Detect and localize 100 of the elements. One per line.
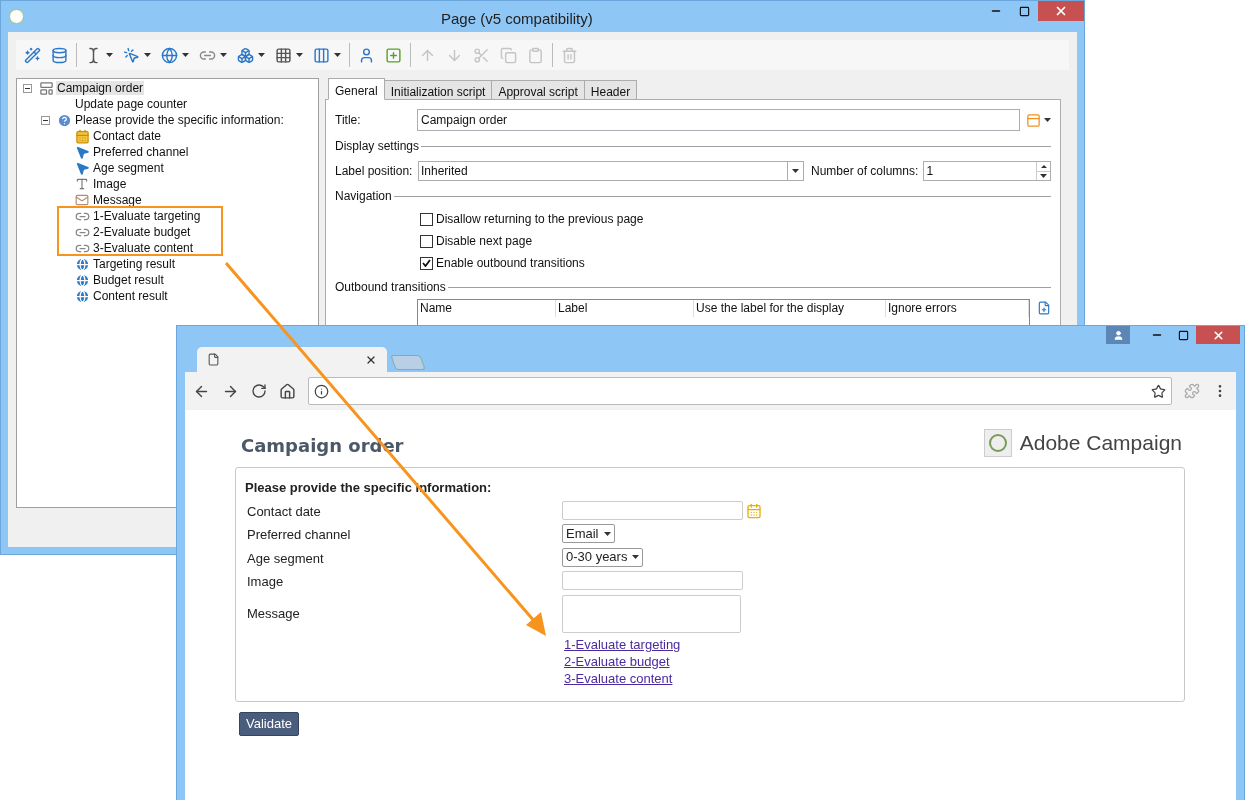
section-heading: Navigation — [335, 188, 392, 205]
tree-item[interactable]: Please provide the specific information: — [74, 113, 285, 127]
add-transition-icon[interactable] — [1037, 301, 1051, 315]
caret-icon — [296, 53, 303, 57]
pointer-icon — [123, 46, 140, 64]
title-field[interactable]: Campaign order — [417, 109, 1020, 131]
close-button[interactable] — [1196, 326, 1240, 344]
logo-text: Adobe Campaign — [1019, 429, 1182, 456]
section-heading: Outbound transitions — [335, 279, 446, 296]
select-field[interactable]: Email — [562, 524, 615, 543]
link[interactable]: 2-Evaluate budget — [564, 652, 670, 670]
add-icon — [385, 46, 402, 64]
checkmark-icon — [422, 259, 431, 267]
checkbox[interactable] — [420, 234, 433, 248]
user-icon — [358, 46, 375, 64]
date-field[interactable] — [562, 500, 743, 520]
field-label: Preferred channel — [246, 526, 352, 544]
column-header[interactable]: Ignore errors — [886, 300, 1029, 317]
dropdown-arrow-icon — [603, 531, 611, 536]
column-header[interactable]: Use the label for the display — [694, 300, 886, 317]
text-icon — [75, 177, 89, 191]
maximize-icon — [1018, 5, 1030, 17]
tree-item[interactable]: Content result — [92, 289, 169, 303]
tab[interactable]: General — [328, 78, 385, 100]
close-icon — [1211, 328, 1225, 342]
database-icon — [51, 46, 68, 64]
tree-item[interactable]: Image — [92, 177, 128, 191]
profile-button[interactable] — [1106, 326, 1130, 344]
spin-down-icon — [1040, 173, 1047, 178]
section-heading: Display settings — [335, 138, 420, 155]
trash-icon — [561, 46, 578, 64]
tree-item[interactable]: 1-Evaluate targeting — [92, 209, 202, 223]
caret-icon — [220, 53, 227, 57]
tree-item[interactable]: Campaign order — [56, 81, 145, 95]
field-label: Age segment — [246, 549, 325, 568]
field-label: Label position: — [335, 163, 413, 180]
caret-icon — [182, 53, 189, 57]
chevron-icon — [792, 169, 799, 173]
field-label: Image — [246, 573, 285, 591]
scissors-icon — [473, 46, 490, 64]
magic-wand-icon — [24, 46, 41, 64]
tree-item[interactable]: Preferred channel — [92, 145, 190, 159]
caret-icon — [1044, 118, 1051, 122]
tree-item[interactable]: Update page counter — [74, 97, 189, 111]
page-icon — [207, 353, 220, 366]
tree-item[interactable]: Age segment — [92, 161, 165, 175]
title-options-button[interactable] — [1026, 112, 1051, 128]
page-layout-icon — [38, 80, 54, 96]
tab[interactable]: Approval script — [491, 80, 585, 100]
pointer-icon — [74, 160, 90, 176]
field-label: Title: — [335, 112, 362, 129]
field-label: Message — [246, 604, 301, 623]
checkbox[interactable] — [420, 212, 433, 226]
input-field[interactable] — [562, 571, 743, 590]
message-icon — [75, 193, 89, 207]
logo-icon — [983, 428, 1012, 457]
spin-up-icon — [1040, 164, 1047, 168]
help-icon — [56, 112, 72, 128]
info-icon — [314, 383, 329, 399]
checkbox-label: Enable outbound transitions — [436, 255, 585, 272]
column-header[interactable]: Name — [418, 300, 556, 317]
checkbox[interactable] — [420, 256, 433, 270]
caret-icon — [106, 53, 113, 57]
window-title: Page (v5 compatibility) — [441, 9, 593, 29]
link[interactable]: 1-Evaluate targeting — [564, 635, 681, 653]
field-label: Contact date — [246, 502, 322, 521]
user-icon — [1112, 329, 1124, 341]
window-icon — [1026, 112, 1041, 128]
reload-icon[interactable] — [251, 383, 267, 399]
checkbox-label: Disable next page — [436, 233, 533, 250]
bookmark-star-icon[interactable] — [1151, 383, 1166, 399]
field-label: Number of columns: — [811, 163, 919, 180]
tree-item[interactable]: Message — [92, 193, 143, 207]
columns-spinner[interactable]: 1 — [923, 161, 1051, 181]
tree-item[interactable]: 3-Evaluate content — [92, 241, 195, 255]
app-icon — [9, 9, 24, 24]
caret-icon — [258, 53, 265, 57]
columns-icon — [313, 46, 330, 64]
validate-button[interactable]: Validate — [239, 711, 299, 736]
globe-icon — [161, 46, 178, 64]
column-header[interactable]: Label — [556, 300, 694, 317]
caret-icon — [144, 53, 151, 57]
collapse-toggle[interactable] — [22, 83, 32, 93]
boxes-icon — [237, 46, 254, 64]
select-field[interactable]: 0-30 years — [562, 547, 644, 567]
tab[interactable]: Header — [583, 80, 638, 100]
caret-icon — [334, 53, 341, 57]
tree-item[interactable]: 2-Evaluate budget — [92, 225, 192, 239]
checkbox-label: Disallow returning to the previous page — [436, 211, 644, 228]
tab[interactable]: Initialization script — [383, 80, 493, 100]
tree-item[interactable]: Contact date — [92, 129, 163, 143]
tree-item[interactable]: Targeting result — [92, 257, 177, 271]
tree-item[interactable]: Budget result — [92, 273, 165, 287]
clipboard-icon — [527, 46, 544, 64]
home-icon[interactable] — [279, 382, 296, 400]
close-icon — [1054, 4, 1068, 18]
link[interactable]: 3-Evaluate content — [564, 669, 673, 687]
collapse-toggle[interactable] — [40, 115, 50, 125]
label-position-select[interactable]: Inherited — [418, 161, 804, 181]
calendar-icon — [74, 128, 90, 144]
